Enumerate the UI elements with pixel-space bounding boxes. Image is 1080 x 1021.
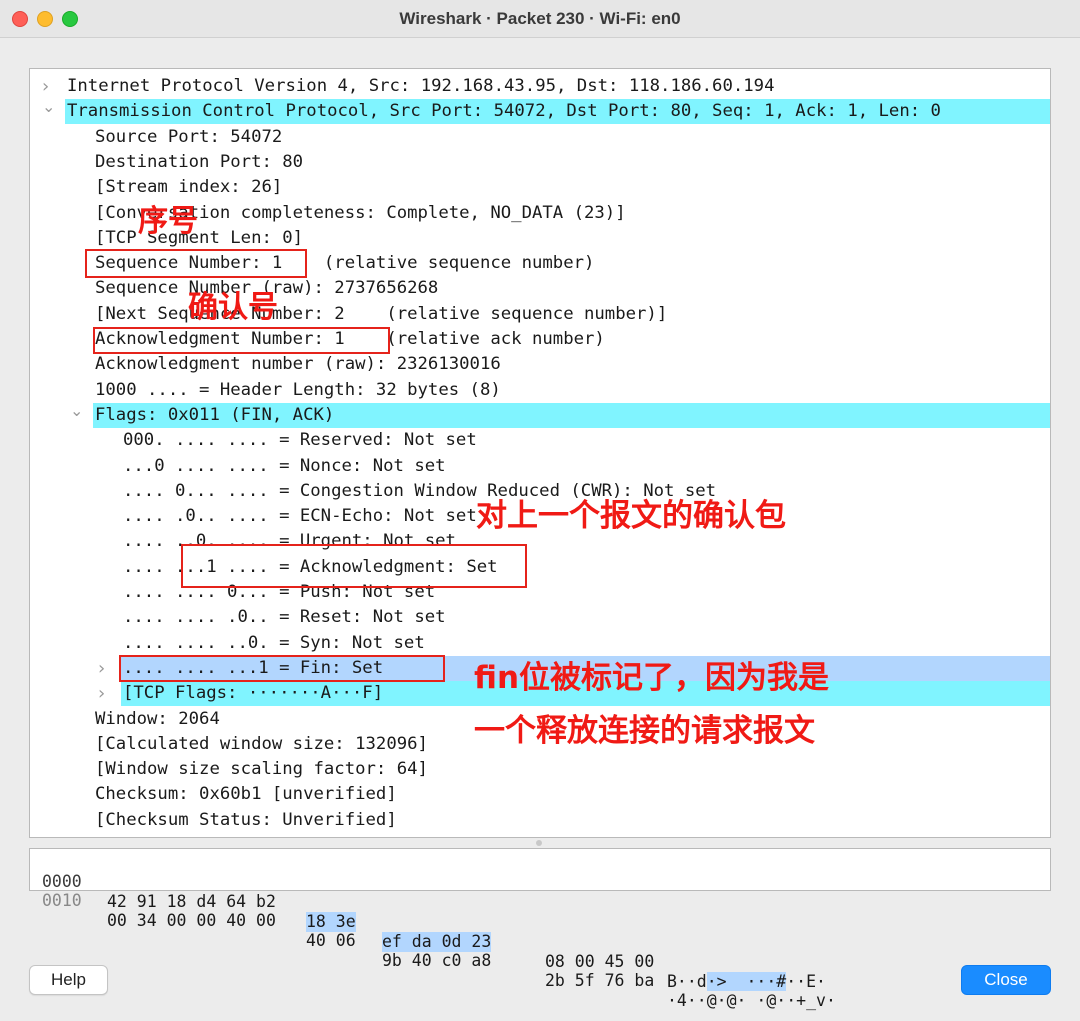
packet-bytes-pane[interactable]: 0000 42 91 18 d4 64 b2 18 3e ef da 0d 23… — [29, 848, 1051, 1010]
hex-row[interactable]: 0010 00 34 00 00 40 00 40 06 9b 40 c0 a8… — [30, 871, 836, 1010]
chevron-down-icon[interactable]: ⌄ — [42, 94, 55, 119]
tree-row-text: Window: 2064 — [95, 708, 220, 729]
hex-ascii: B··d·> ···#··E· — [667, 972, 826, 992]
tree-row-text: Internet Protocol Version 4, Src: 192.16… — [67, 76, 775, 96]
tree-row[interactable]: ...0 .... .... = Nonce: Not set — [30, 454, 1050, 479]
hex-ascii-part: B··d — [667, 972, 707, 991]
hex-ascii: ·4··@·@· ·@··+_v· — [667, 991, 836, 1011]
annotation-note-ack-flag: 对上一个报文的确认包 — [476, 498, 786, 534]
hex-ascii-selected: ·> ···# — [706, 972, 787, 991]
tree-row[interactable]: Acknowledgment number (raw): 2326130016 — [30, 352, 1050, 377]
hex-bytes: 00 34 00 00 40 00 — [107, 911, 276, 930]
splitter-handle-icon — [536, 840, 542, 846]
tree-row[interactable]: ⌄ Transmission Control Protocol, Src Port… — [30, 97, 1050, 125]
hex-row[interactable]: 0000 42 91 18 d4 64 b2 18 3e ef da 0d 23… — [30, 852, 826, 991]
tree-row[interactable]: Destination Port: 80 — [30, 150, 1050, 175]
hex-ascii-part: · — [825, 991, 836, 1010]
tree-row-text: Destination Port: 80 — [95, 151, 304, 172]
tree-row-text: [Checksum Status: Unverified] — [95, 809, 397, 830]
tree-row-text: Checksum: 0x60b1 [unverified] — [95, 784, 397, 805]
hex-ascii-part: ·4··@·@· — [667, 991, 747, 1010]
hex-offset: 0010 — [42, 891, 82, 910]
tree-row-text: [Next Sequence Number: 2 (relative seque… — [95, 303, 668, 324]
hex-bytes: 9b 40 c0 a8 — [382, 951, 492, 970]
annotation-note-fin-line1: fin位被标记了，因为我是 — [474, 660, 830, 696]
hex-bytes-selected: 18 3e — [306, 912, 356, 932]
close-button[interactable]: Close — [961, 965, 1051, 995]
tree-row-text: [Window size scaling factor: 64] — [95, 759, 428, 780]
annotation-label-sequence: 序号 — [138, 204, 198, 239]
tree-row-text: .... .... .0.. = Reset: Not set — [123, 607, 446, 628]
annotation-box-fin-flag — [119, 655, 445, 682]
pane-splitter[interactable] — [29, 838, 1051, 848]
annotation-box-sequence — [85, 249, 307, 278]
tree-row-text: 1000 .... = Header Length: 32 bytes (8) — [95, 379, 501, 400]
tree-row-text: [TCP Segment Len: 0] — [95, 227, 304, 248]
hex-bytes: 2b 5f 76 ba — [545, 971, 655, 990]
chevron-right-icon[interactable]: › — [98, 656, 105, 681]
annotation-box-ack-number — [93, 327, 390, 354]
tree-row[interactable]: .... .... .0.. = Reset: Not set — [30, 605, 1050, 630]
tree-row[interactable]: Checksum: 0x60b1 [unverified] — [30, 782, 1050, 807]
annotation-note-fin-line2: 一个释放连接的请求报文 — [474, 713, 815, 749]
annotation-box-ack-flag — [181, 544, 527, 588]
window-title: Wireshark · Packet 230 · Wi-Fi: en0 — [399, 9, 681, 28]
tree-row[interactable]: [Checksum Status: Unverified] — [30, 808, 1050, 833]
tree-row-text: Source Port: 54072 — [95, 126, 283, 147]
tree-row-text: Flags: 0x011 (FIN, ACK) — [93, 402, 1050, 428]
tree-row-text: 000. .... .... = Reserved: Not set — [123, 430, 477, 451]
tree-row[interactable]: [Window size scaling factor: 64] — [30, 757, 1050, 782]
tree-row-text: Transmission Control Protocol, Src Port:… — [65, 99, 1050, 125]
chevron-down-icon[interactable]: ⌄ — [70, 398, 83, 423]
tree-row[interactable]: [Next Sequence Number: 2 (relative seque… — [30, 302, 1050, 327]
help-button[interactable]: Help — [29, 965, 108, 995]
tree-row[interactable]: ⌄ Flags: 0x011 (FIN, ACK) — [30, 401, 1050, 428]
tree-row[interactable]: Sequence Number (raw): 2737656268 — [30, 276, 1050, 301]
tree-row[interactable]: 000. .... .... = Reserved: Not set — [30, 428, 1050, 453]
hex-bytes: 08 00 45 00 — [545, 952, 655, 971]
tree-row[interactable]: › Internet Protocol Version 4, Src: 192.1… — [30, 74, 1050, 99]
hex-bytes-selected: ef da 0d 23 — [382, 932, 492, 952]
hex-ascii-part: ·@··+_v — [746, 991, 826, 1010]
tree-row-text: .... .0.. .... = ECN-Echo: Not set — [123, 506, 477, 527]
chevron-right-icon[interactable]: › — [98, 681, 105, 706]
title-bar: Wireshark · Packet 230 · Wi-Fi: en0 — [0, 0, 1080, 38]
tree-row[interactable]: Source Port: 54072 — [30, 125, 1050, 150]
hex-ascii-part: ··E· — [786, 972, 826, 991]
tree-row[interactable]: 1000 .... = Header Length: 32 bytes (8) — [30, 378, 1050, 403]
tree-row-text: Acknowledgment number (raw): 2326130016 — [95, 354, 501, 375]
tree-row-text: .... .... ..0. = Syn: Not set — [123, 632, 425, 653]
tree-row-text: ...0 .... .... = Nonce: Not set — [123, 455, 446, 476]
hex-bytes: 40 06 — [306, 931, 356, 950]
annotation-label-ack: 确认号 — [188, 290, 278, 325]
hex-bytes: 42 91 18 d4 64 b2 — [107, 892, 276, 911]
tree-row-text: [Calculated window size: 132096] — [95, 733, 428, 754]
